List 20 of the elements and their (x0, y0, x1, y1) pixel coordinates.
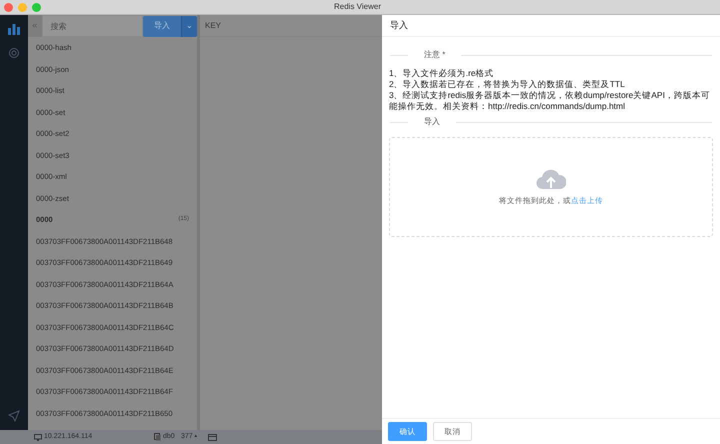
window-title: Redis Viewer (334, 1, 381, 13)
zoom-window-button[interactable] (32, 2, 41, 12)
dropdown-button[interactable]: ⌄ (181, 16, 197, 36)
cloud-upload-icon (536, 167, 566, 192)
search-field[interactable]: 搜索 (42, 16, 142, 36)
close-window-button[interactable] (4, 2, 13, 12)
import-label: 导入 (423, 116, 441, 128)
notice-text: 3、经测试支持redis服务器版本一致的情况，依赖dump/restore关键API，跨版本可能操作无效。相关资料：http://redis.cn/commands/dump.html (389, 90, 711, 112)
database-icon (154, 433, 161, 441)
notice-text: 2、导入数据若已存在，将替换为导入的数据值、类型及TTL (389, 79, 626, 90)
paper-plane-icon[interactable] (8, 410, 20, 422)
drawer-title: 导入 (390, 18, 408, 32)
bar-chart-icon[interactable] (8, 23, 20, 35)
import-button[interactable]: 导入 (142, 16, 182, 36)
card-icon[interactable] (208, 434, 217, 440)
settings-icon[interactable] (8, 47, 20, 59)
monitor-icon (34, 434, 42, 440)
key-column-header: KEY (205, 20, 222, 32)
notice-label: 注意 * (423, 49, 446, 61)
notice-text: 1、导入文件必须为.re格式 (389, 68, 495, 79)
